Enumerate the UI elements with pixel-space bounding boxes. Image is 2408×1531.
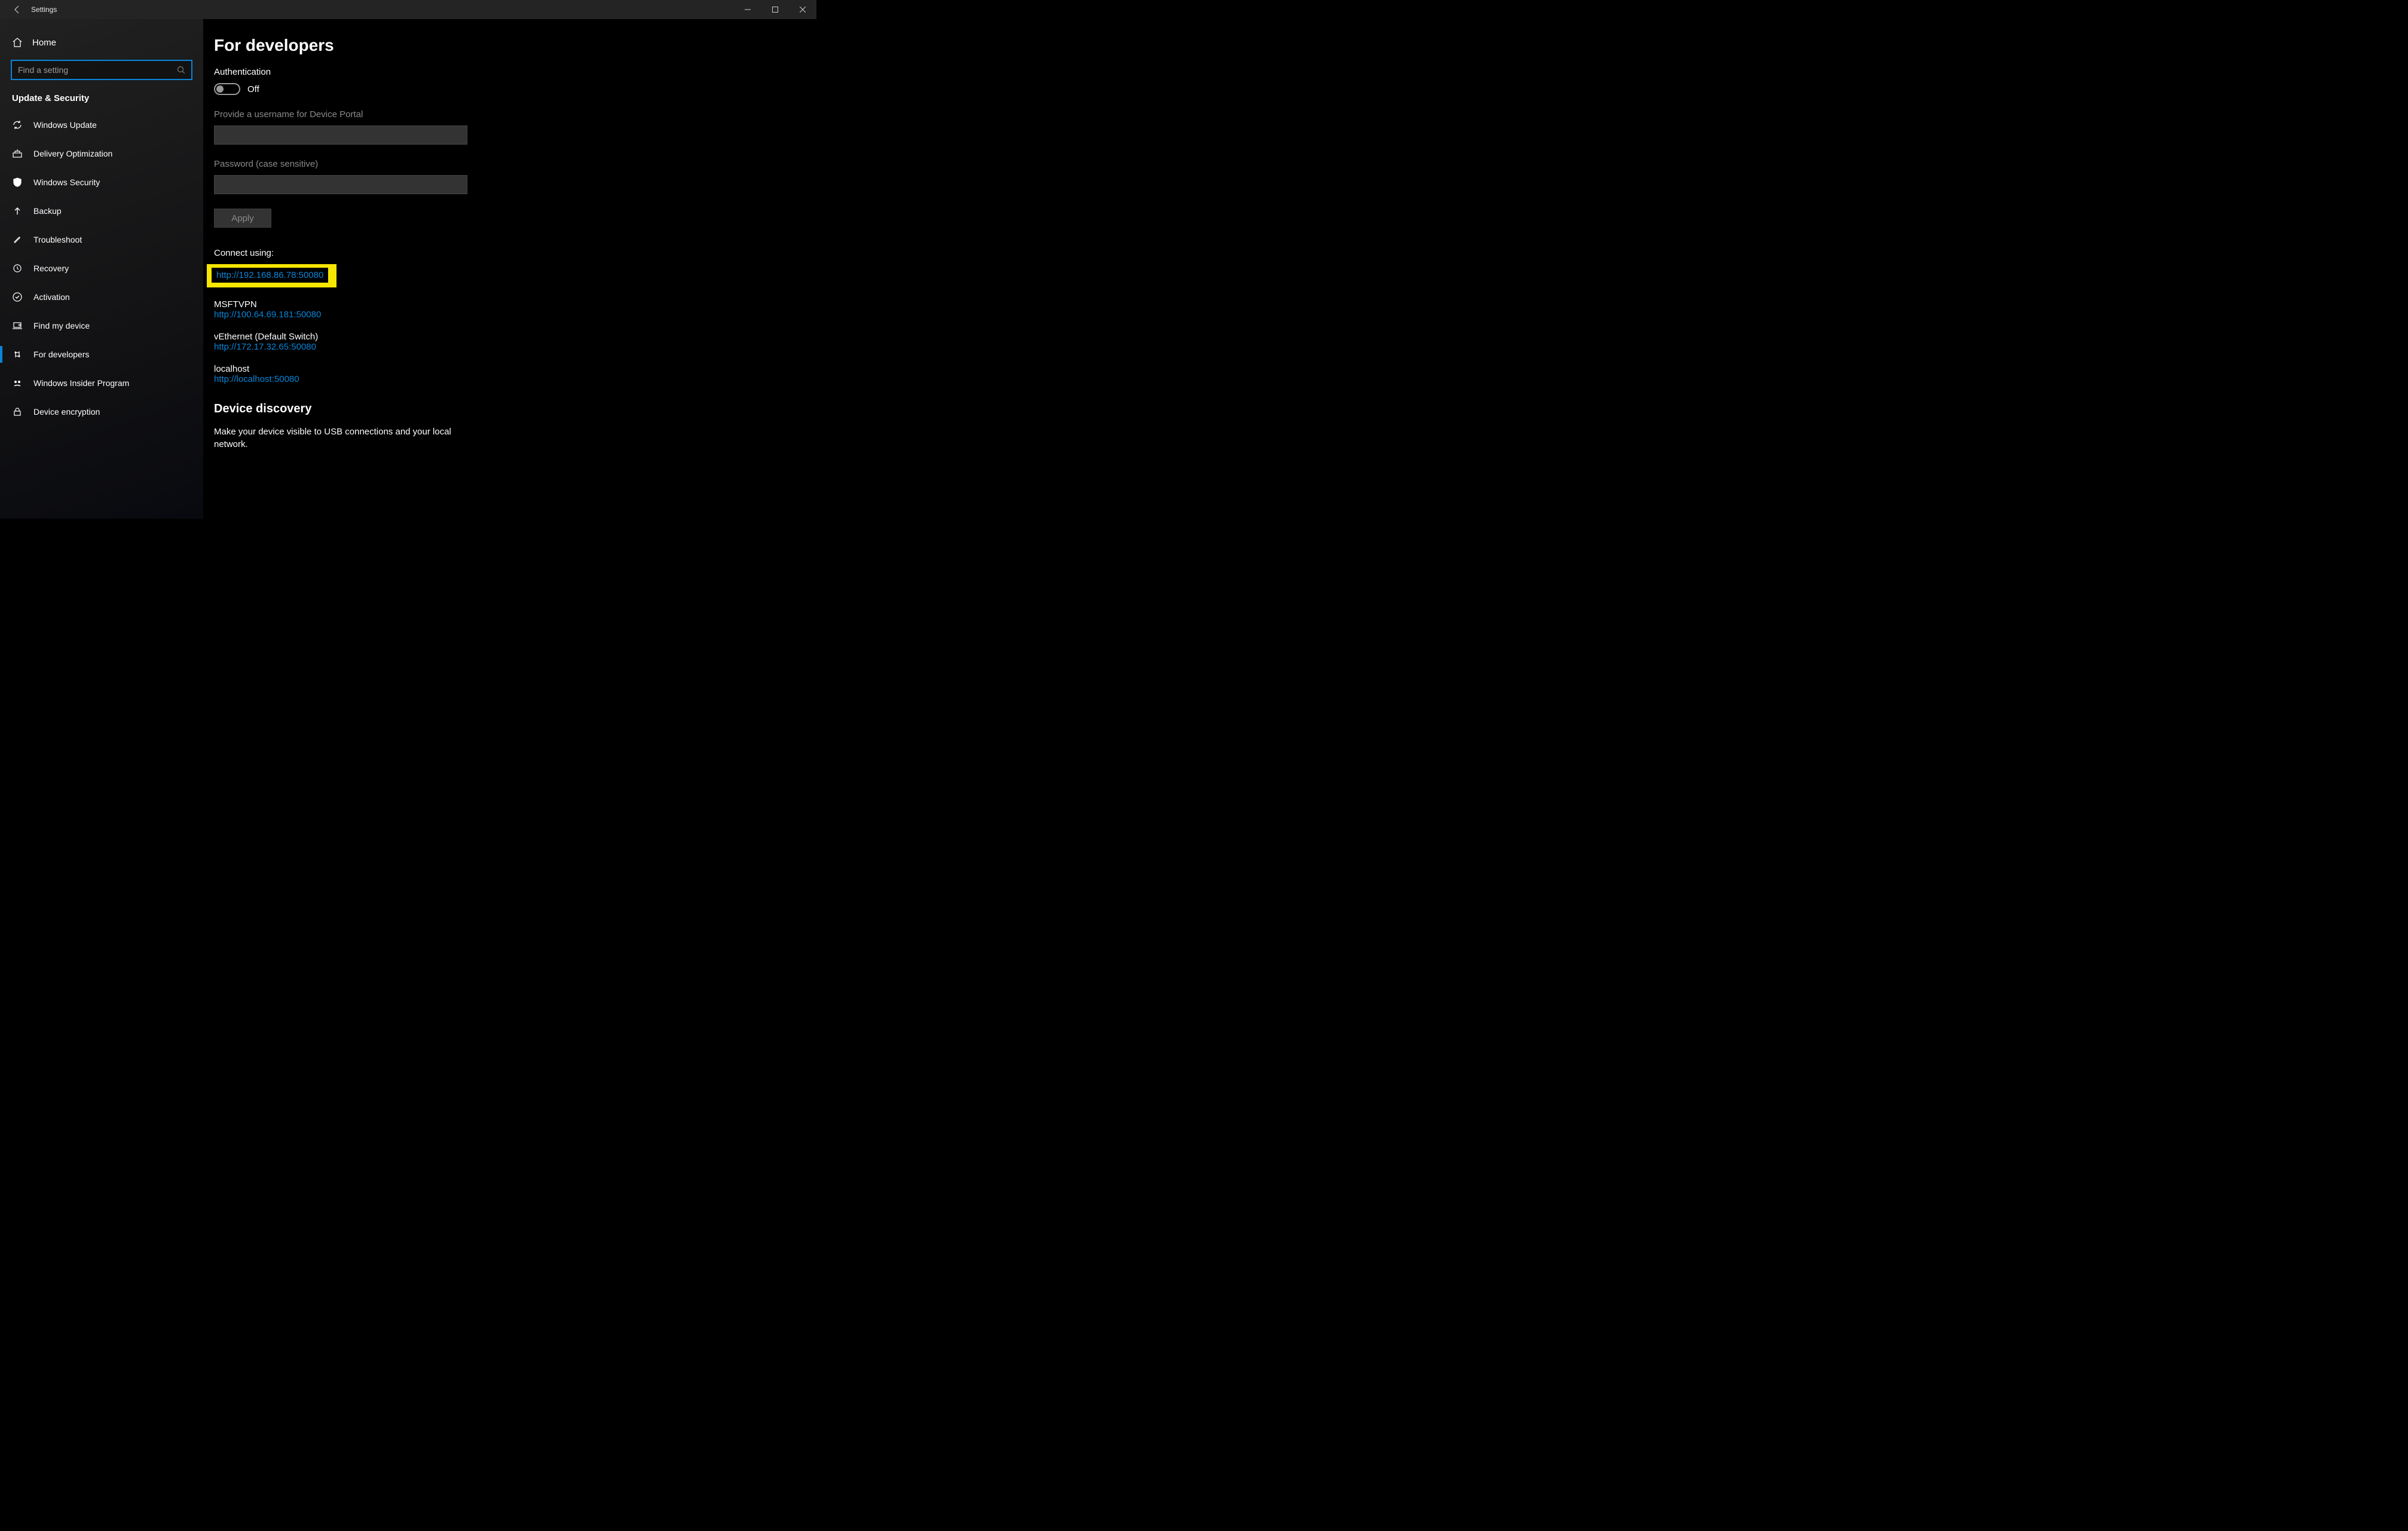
sidebar-item-windows-security[interactable]: Windows Security xyxy=(0,168,203,197)
back-button[interactable] xyxy=(12,4,23,15)
apply-button-label: Apply xyxy=(231,213,254,223)
titlebar: Settings xyxy=(0,0,816,19)
toggle-state-label: Off xyxy=(247,84,259,94)
home-icon xyxy=(12,37,23,48)
category-label: Update & Security xyxy=(0,88,203,111)
device-discovery-heading: Device discovery xyxy=(214,402,816,416)
connection-item: localhost http://localhost:50080 xyxy=(214,364,816,384)
authentication-toggle[interactable] xyxy=(214,83,240,95)
search-input[interactable] xyxy=(18,65,177,75)
sidebar-item-for-developers[interactable]: For developers xyxy=(0,340,203,369)
sidebar-item-backup[interactable]: Backup xyxy=(0,197,203,225)
connection-item: vEthernet (Default Switch) http://172.17… xyxy=(214,332,816,352)
window-title: Settings xyxy=(31,5,57,14)
sidebar: Home Update & Security Windows Update xyxy=(0,19,203,519)
sidebar-item-label: Windows Insider Program xyxy=(33,378,129,388)
recovery-icon xyxy=(12,263,23,274)
sidebar-item-label: Recovery xyxy=(33,264,69,273)
username-input[interactable] xyxy=(214,125,467,145)
apply-button[interactable]: Apply xyxy=(214,209,271,228)
connect-using-label: Connect using: xyxy=(214,248,816,258)
toggle-knob xyxy=(216,85,224,93)
connection-link[interactable]: http://192.168.86.78:50080 xyxy=(216,270,323,280)
device-discovery-text: Make your device visible to USB connecti… xyxy=(214,425,465,451)
password-input[interactable] xyxy=(214,175,467,194)
sidebar-item-windows-insider[interactable]: Windows Insider Program xyxy=(0,369,203,397)
sidebar-nav: Windows Update Delivery Optimization Win… xyxy=(0,111,203,426)
main-content: For developers Authentication Off Provid… xyxy=(203,19,816,519)
sidebar-item-activation[interactable]: Activation xyxy=(0,283,203,311)
sidebar-item-device-encryption[interactable]: Device encryption xyxy=(0,397,203,426)
search-icon xyxy=(177,66,185,74)
sidebar-item-label: For developers xyxy=(33,350,89,359)
sync-icon xyxy=(12,120,23,130)
password-label: Password (case sensitive) xyxy=(214,159,816,169)
connection-name: localhost xyxy=(214,364,816,374)
sidebar-item-label: Windows Update xyxy=(33,120,97,130)
connection-link[interactable]: http://172.17.32.65:50080 xyxy=(214,342,816,352)
connection-name: vEthernet (Default Switch) xyxy=(214,332,816,342)
connection-name: MSFTVPN xyxy=(214,299,816,310)
sidebar-item-label: Activation xyxy=(33,292,70,302)
sidebar-item-troubleshoot[interactable]: Troubleshoot xyxy=(0,225,203,254)
close-button[interactable] xyxy=(789,0,816,19)
sidebar-item-label: Troubleshoot xyxy=(33,235,82,244)
highlighted-connection: http://192.168.86.78:50080 xyxy=(207,264,336,287)
connection-item: MSFTVPN http://100.64.69.181:50080 xyxy=(214,299,816,320)
sidebar-item-recovery[interactable]: Recovery xyxy=(0,254,203,283)
insider-icon xyxy=(12,378,23,388)
connection-link[interactable]: http://localhost:50080 xyxy=(214,374,816,384)
find-device-icon xyxy=(12,320,23,331)
check-circle-icon xyxy=(12,292,23,302)
arrow-up-icon xyxy=(12,206,23,216)
developers-icon xyxy=(12,349,23,360)
shield-icon xyxy=(12,177,23,188)
maximize-button[interactable] xyxy=(761,0,789,19)
delivery-icon xyxy=(12,148,23,159)
page-title: For developers xyxy=(214,36,816,55)
sidebar-item-label: Device encryption xyxy=(33,407,100,417)
connection-link[interactable]: http://100.64.69.181:50080 xyxy=(214,310,816,320)
username-label: Provide a username for Device Portal xyxy=(214,109,816,120)
authentication-heading: Authentication xyxy=(214,67,816,77)
lock-icon xyxy=(12,406,23,417)
sidebar-item-label: Find my device xyxy=(33,321,90,330)
sidebar-item-label: Backup xyxy=(33,206,62,216)
sidebar-home[interactable]: Home xyxy=(0,31,203,54)
sidebar-item-label: Windows Security xyxy=(33,177,100,187)
wrench-icon xyxy=(12,234,23,245)
minimize-button[interactable] xyxy=(734,0,761,19)
sidebar-item-delivery-optimization[interactable]: Delivery Optimization xyxy=(0,139,203,168)
sidebar-item-windows-update[interactable]: Windows Update xyxy=(0,111,203,139)
search-box[interactable] xyxy=(11,60,192,80)
sidebar-home-label: Home xyxy=(32,38,56,48)
sidebar-item-find-my-device[interactable]: Find my device xyxy=(0,311,203,340)
sidebar-item-label: Delivery Optimization xyxy=(33,149,112,158)
